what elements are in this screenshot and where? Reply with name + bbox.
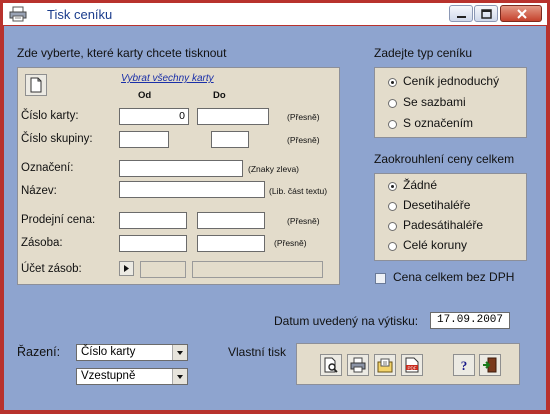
price-type-rates-label: Se sazbami [403,95,466,109]
sale-price-label: Prodejní cena: [21,214,96,226]
dialog-body: Zde vyberte, které karty chcete tisknout… [4,26,546,410]
printer-icon [9,6,27,22]
sale-price-note: (Přesně) [287,216,320,226]
minimize-icon [457,16,466,18]
minimize-button[interactable] [449,5,473,22]
svg-text:PDF: PDF [408,365,417,370]
stock-to-input[interactable] [197,235,265,252]
rounding-panel: Žádné Desetihaléře Padesátihaléře Celé k… [374,173,527,261]
print-preview-button[interactable] [320,354,342,376]
stock-account-name-input[interactable] [192,261,323,278]
export-button[interactable] [374,354,396,376]
rounding-whole-crowns-label: Celé koruny [403,238,468,252]
price-type-simple-label: Ceník jednoduchý [403,74,500,88]
window-title: Tisk ceníku [47,7,113,22]
svg-text:?: ? [461,358,468,373]
title-bar[interactable]: Tisk ceníku [3,3,547,25]
close-button[interactable] [500,5,542,22]
blank-document-icon [30,77,42,93]
sort-field-value: Číslo karty [81,346,136,358]
card-number-note: (Přesně) [287,112,320,122]
exit-door-icon [483,357,497,373]
group-number-note: (Přesně) [287,135,320,145]
rounding-whole-crowns-radio[interactable] [388,242,397,251]
stock-note: (Přesně) [274,238,307,248]
rounding-fifty-haler-label: Padesátihaléře [403,218,484,232]
pdf-icon: PDF [405,357,419,373]
play-arrow-icon [124,265,129,272]
print-button[interactable] [347,354,369,376]
help-icon: ? [461,358,468,373]
select-all-cards-link[interactable]: Vybrat všechny karty [121,73,214,84]
custom-print-label: Vlastní tisk [228,345,287,359]
chevron-down-icon [172,345,187,360]
price-without-vat-label: Cena celkem bez DPH [393,270,515,284]
exit-button[interactable] [479,354,501,376]
window-frame: Tisk ceníku Zde vyberte, které karty chc… [0,0,550,414]
sale-price-to-input[interactable] [197,212,265,229]
maximize-button[interactable] [474,5,498,22]
sort-order-select[interactable]: Vzestupně [76,368,188,385]
chevron-down-icon [172,369,187,384]
close-icon [517,9,527,19]
name-note: (Lib. část textu) [269,186,328,196]
marking-label: Označení: [21,162,74,174]
card-number-label: Číslo karty: [21,110,79,122]
price-type-panel: Ceník jednoduchý Se sazbami S označením [374,67,527,138]
price-type-marking-label: S označením [403,116,474,130]
print-date-input[interactable]: 17.09.2007 [430,312,510,329]
column-to-label: Do [213,90,226,101]
card-number-to-input[interactable] [197,108,269,125]
stock-account-picker-button[interactable] [119,261,134,276]
print-actions-panel: PDF ? [296,343,520,385]
rounding-ten-haler-radio[interactable] [388,202,397,211]
stock-label: Zásoba: [21,237,63,249]
print-date-label: Datum uvedený na výtisku: [274,314,419,328]
stock-from-input[interactable] [119,235,187,252]
print-preview-icon [324,357,338,373]
name-label: Název: [21,185,57,197]
export-document-icon [377,358,393,373]
group-number-label: Číslo skupiny: [21,133,93,145]
maximize-icon [481,9,492,19]
rounding-none-label: Žádné [403,178,438,192]
rounding-fifty-haler-radio[interactable] [388,222,397,231]
rounding-ten-haler-label: Desetihaléře [403,198,471,212]
price-type-simple-radio[interactable] [388,78,397,87]
help-button[interactable]: ? [453,354,475,376]
column-from-label: Od [138,90,152,101]
sort-order-value: Vzestupně [81,370,136,382]
sale-price-from-input[interactable] [119,212,187,229]
stock-account-code-input[interactable] [140,261,186,278]
marking-input[interactable] [119,160,243,177]
sorting-label: Řazení: [17,345,61,359]
printer-icon [350,357,366,373]
cards-section-heading: Zde vyberte, které karty chcete tisknout [17,46,227,60]
rounding-heading: Zaokrouhlení ceny celkem [374,152,515,166]
price-type-rates-radio[interactable] [388,99,397,108]
name-input[interactable] [119,181,265,198]
marking-note: (Znaky zleva) [248,164,300,174]
new-document-button[interactable] [25,74,47,96]
price-without-vat-checkbox[interactable] [375,273,386,284]
group-number-to-input[interactable] [211,131,249,148]
price-type-marking-radio[interactable] [388,120,397,129]
stock-account-label: Účet zásob: [21,263,82,275]
card-number-from-input[interactable]: 0 [119,108,189,125]
pdf-export-button[interactable]: PDF [401,354,423,376]
cards-filter-panel: Vybrat všechny karty Od Do Číslo karty: … [17,67,340,285]
sort-field-select[interactable]: Číslo karty [76,344,188,361]
rounding-none-radio[interactable] [388,182,397,191]
price-type-heading: Zadejte typ ceníku [374,46,473,60]
group-number-from-input[interactable] [119,131,169,148]
